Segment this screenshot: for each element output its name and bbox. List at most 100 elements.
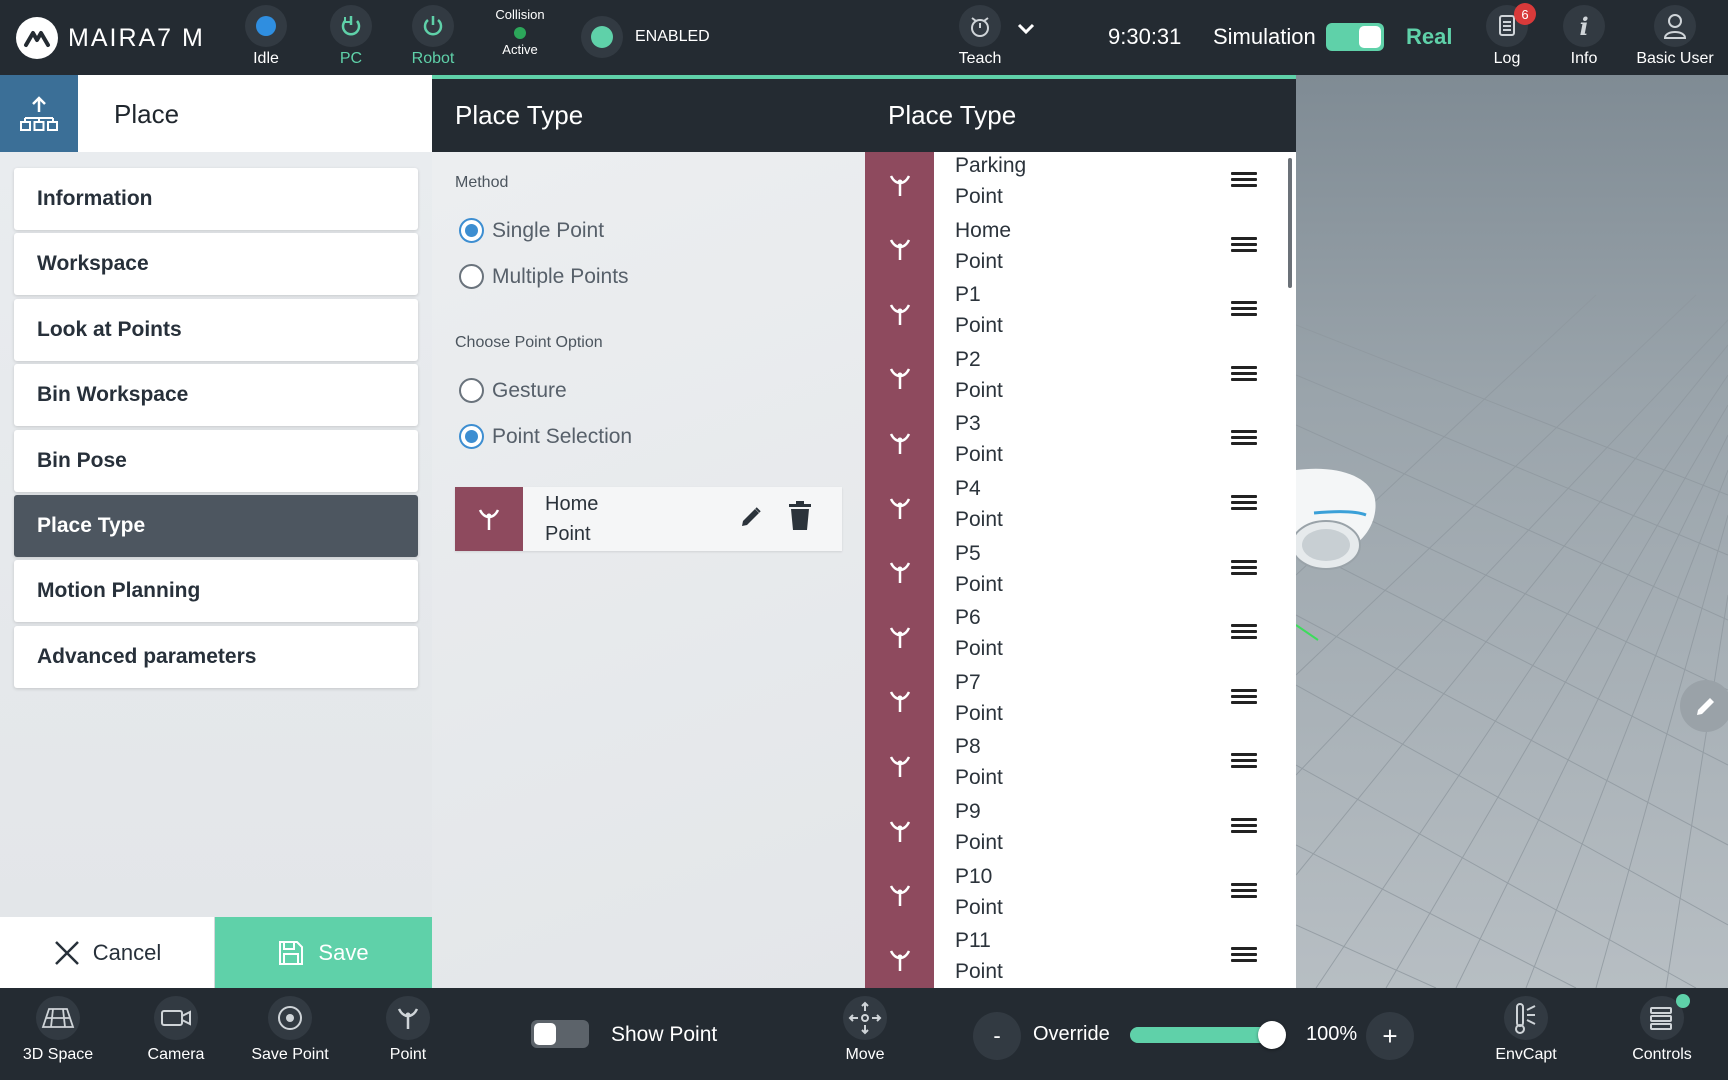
point-list-item[interactable]: P8 Point — [865, 733, 1296, 798]
controls-button[interactable]: Controls — [1630, 994, 1694, 1064]
pencil-icon[interactable] — [739, 505, 763, 534]
status-robot[interactable]: Robot — [412, 5, 454, 68]
point-label: Point — [389, 1046, 427, 1063]
power-cycle-icon — [330, 5, 372, 47]
hierarchy-icon[interactable] — [0, 75, 78, 152]
selected-point-name: Home — [545, 493, 599, 515]
point-list-item[interactable]: P5 Point — [865, 540, 1296, 605]
info-icon: i — [1563, 5, 1605, 47]
radio-point-selection[interactable]: Point Selection — [459, 424, 632, 449]
point-list-item[interactable]: P7 Point — [865, 669, 1296, 734]
page-title: Place — [114, 99, 180, 129]
point-name: P4 — [955, 477, 981, 500]
chevron-down-icon[interactable] — [1016, 22, 1036, 41]
camera-button[interactable]: Camera — [144, 996, 208, 1064]
place-type-header: Place Type Place Type — [432, 75, 1296, 152]
drag-handle-icon[interactable] — [1231, 172, 1257, 188]
teach-button[interactable]: Teach — [959, 5, 1001, 68]
envcapt-button[interactable]: EnvCapt — [1494, 996, 1558, 1064]
radio-single-point[interactable]: Single Point — [459, 218, 604, 243]
point-type: Point — [955, 831, 1003, 854]
drag-handle-icon[interactable] — [1231, 818, 1257, 834]
save-point-button[interactable]: Save Point — [251, 996, 329, 1064]
point-list-item[interactable]: P2 Point — [865, 346, 1296, 411]
3d-viewport[interactable] — [1296, 75, 1728, 988]
override-slider[interactable] — [1130, 1021, 1286, 1049]
log-button[interactable]: Log 6 — [1486, 3, 1536, 68]
point-list-item[interactable]: P1 Point — [865, 281, 1296, 346]
point-list-item[interactable]: P9 Point — [865, 798, 1296, 863]
save-label: Save — [318, 939, 369, 965]
point-list-item[interactable]: Home Point — [865, 217, 1296, 282]
point-type: Point — [955, 572, 1003, 596]
selected-point-card: Home Point — [455, 487, 842, 551]
point-list-item[interactable]: P4 Point — [865, 475, 1296, 540]
user-button[interactable]: Basic User — [1636, 5, 1714, 68]
radio-gesture[interactable]: Gesture — [459, 378, 567, 403]
drag-handle-icon[interactable] — [1231, 430, 1257, 446]
enabled-status[interactable]: ENABLED — [581, 16, 710, 58]
point-list-item[interactable]: P10 Point — [865, 863, 1296, 928]
collision-status[interactable]: Collision Active — [494, 7, 546, 57]
radio-gesture-label: Gesture — [492, 378, 567, 402]
point-type: Point — [955, 766, 1003, 790]
point-list-item[interactable]: P6 Point — [865, 604, 1296, 669]
left-panel-header: Place — [0, 75, 432, 152]
drag-handle-icon[interactable] — [1231, 753, 1257, 769]
point-list-item[interactable]: P11 Point — [865, 927, 1296, 988]
drag-handle-icon[interactable] — [1231, 236, 1257, 253]
nav-item-advanced-parameters[interactable]: Advanced parameters — [14, 626, 418, 688]
point-pin-icon — [865, 152, 934, 217]
status-pc[interactable]: PC — [330, 5, 372, 68]
override-minus-button[interactable]: - — [973, 1012, 1021, 1060]
drag-handle-icon[interactable] — [1231, 559, 1257, 576]
info-button[interactable]: i Info — [1563, 5, 1605, 68]
drag-handle-icon[interactable] — [1231, 365, 1257, 382]
clock-time: 9:30:31 — [1108, 24, 1182, 49]
radio-unchecked-icon — [459, 264, 484, 289]
place-type-settings: Method Single Point Multiple Points Choo… — [432, 152, 865, 988]
show-point-toggle[interactable] — [531, 1020, 589, 1048]
radio-multiple-points[interactable]: Multiple Points — [459, 264, 629, 289]
nav-item-bin-pose[interactable]: Bin Pose — [14, 430, 418, 492]
nav-item-look-at-points[interactable]: Look at Points — [14, 299, 418, 361]
drag-handle-icon[interactable] — [1231, 624, 1257, 640]
nav-item-information[interactable]: Information — [14, 168, 418, 230]
nav-item-bin-workspace[interactable]: Bin Workspace — [14, 364, 418, 426]
drag-handle-icon[interactable] — [1231, 947, 1257, 963]
status-pc-label: PC — [339, 50, 363, 67]
drag-handle-icon[interactable] — [1231, 495, 1257, 511]
point-pin-icon — [865, 540, 934, 605]
nav-item-place-type[interactable]: Place Type — [14, 495, 418, 557]
edit-button[interactable] — [1680, 680, 1728, 732]
cancel-button[interactable]: Cancel — [0, 917, 215, 988]
point-pin-icon — [865, 604, 934, 669]
save-button[interactable]: Save — [215, 917, 432, 988]
point-type: Point — [955, 314, 1003, 338]
drag-handle-icon[interactable] — [1231, 301, 1257, 317]
move-button[interactable]: Move — [840, 996, 890, 1064]
point-pin-icon — [865, 281, 934, 346]
log-label: Log — [1493, 50, 1521, 67]
nav-item-motion-planning[interactable]: Motion Planning — [14, 560, 418, 622]
point-list-item[interactable]: P3 Point — [865, 410, 1296, 475]
drag-handle-icon[interactable] — [1231, 688, 1257, 705]
point-type: Point — [955, 185, 1003, 208]
status-idle[interactable]: Idle — [245, 5, 287, 68]
point-button[interactable]: Point — [381, 996, 435, 1064]
point-name: Home — [955, 218, 1012, 242]
simulation-real-toggle[interactable] — [1326, 23, 1384, 51]
override-slider-thumb[interactable] — [1258, 1021, 1286, 1049]
point-list-scrollbar[interactable] — [1288, 158, 1292, 288]
3d-space-button[interactable]: 3D Space — [23, 996, 93, 1064]
point-name: P6 — [955, 606, 981, 630]
trash-icon[interactable] — [788, 501, 812, 536]
nav-item-workspace[interactable]: Workspace — [14, 233, 418, 295]
move-arrows-icon — [843, 996, 887, 1040]
environment-capture-icon — [1504, 996, 1548, 1040]
show-point-label: Show Point — [611, 1023, 718, 1046]
override-plus-button[interactable]: + — [1366, 1012, 1414, 1060]
drag-handle-icon[interactable] — [1231, 882, 1257, 899]
point-list-item[interactable]: Parking Point — [865, 152, 1296, 217]
cancel-label: Cancel — [92, 939, 162, 965]
